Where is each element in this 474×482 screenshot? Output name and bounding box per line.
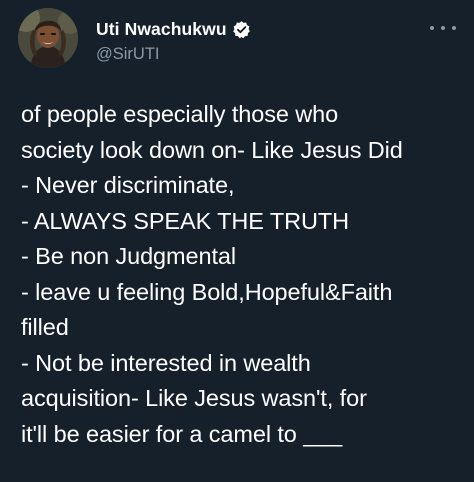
- tweet-text-line: - ALWAYS SPEAK THE TRUTH: [21, 207, 349, 234]
- verified-badge-icon: [232, 20, 251, 39]
- tweet-header: Uti Nwachukwu @SirUTI: [18, 8, 458, 70]
- avatar-image: [18, 8, 78, 68]
- tweet-text-line: acquisition- Like Jesus wasn't, for: [21, 385, 367, 411]
- tweet-text-line: society look down on- Like Jesus Did: [21, 136, 403, 163]
- more-dot: [430, 26, 434, 30]
- tweet-card: Uti Nwachukwu @SirUTI of people especial…: [0, 0, 474, 482]
- name-row: Uti Nwachukwu: [96, 17, 251, 41]
- author-info: Uti Nwachukwu @SirUTI: [96, 17, 251, 64]
- tweet-text-line: it'll be easier for a camel to ___: [21, 420, 343, 447]
- avatar[interactable]: [18, 8, 78, 68]
- more-dot: [452, 26, 456, 30]
- tweet-text-line: - Never discriminate,: [21, 172, 235, 198]
- display-name[interactable]: Uti Nwachukwu: [96, 19, 227, 40]
- tweet-text: of people especially those who society l…: [21, 97, 465, 452]
- tweet-text-line: - leave u feeling Bold,Hopeful&Faith: [21, 278, 393, 305]
- handle[interactable]: @SirUTI: [96, 45, 251, 64]
- more-options-icon[interactable]: [430, 18, 456, 38]
- tweet-text-line: filled: [21, 314, 69, 340]
- tweet-text-line: - Not be interested in wealth: [21, 349, 311, 376]
- tweet-text-line: of people especially those who: [21, 101, 339, 127]
- tweet-text-line: - Be non Judgmental: [21, 243, 236, 269]
- more-dot: [441, 26, 445, 30]
